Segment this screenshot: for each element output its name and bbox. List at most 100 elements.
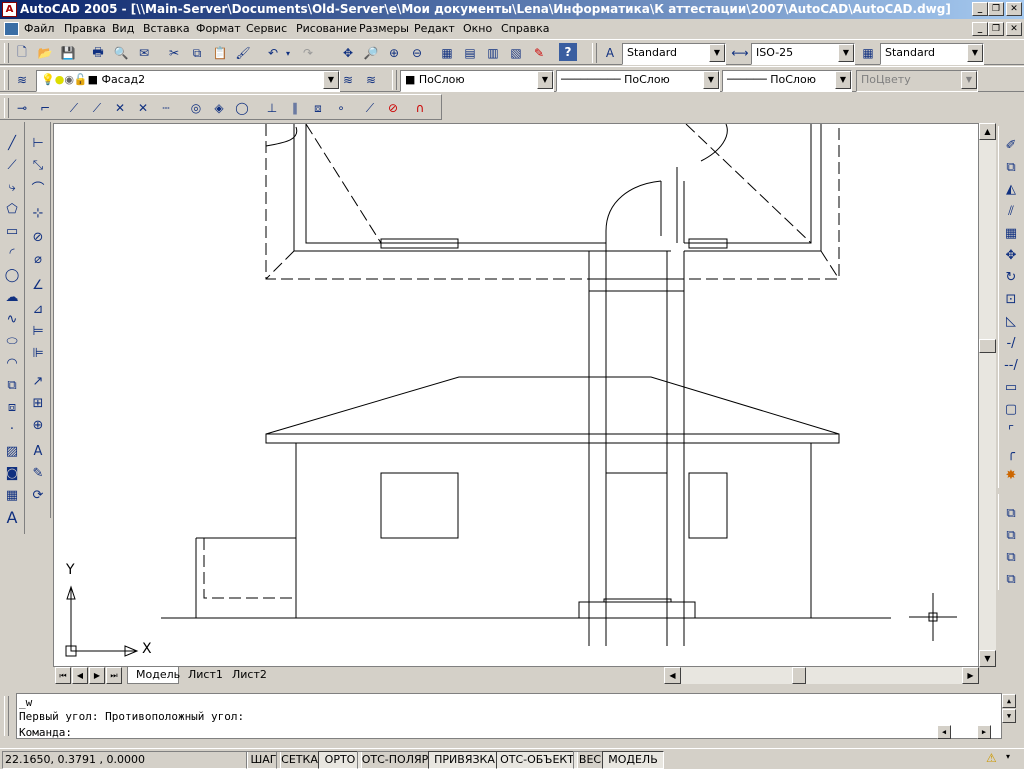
quick-leader-icon[interactable]: ↗: [27, 370, 49, 392]
communication-center-icon[interactable]: ⚠: [986, 751, 1004, 767]
move-icon[interactable]: ✥: [1000, 244, 1022, 266]
extend-icon[interactable]: --/: [1000, 354, 1022, 376]
toolbar-grip[interactable]: [4, 98, 9, 118]
center-mark-icon[interactable]: ⊕: [27, 414, 49, 436]
dim-arc-icon[interactable]: ⌒: [27, 176, 49, 198]
dim-radius-icon[interactable]: ⊘: [27, 226, 49, 248]
bring-above-icon[interactable]: ⧉: [1000, 546, 1022, 568]
minimize-button[interactable]: _: [972, 2, 988, 16]
insert-block-icon[interactable]: ⧉: [1, 374, 23, 396]
plot-preview-icon[interactable]: 🔍: [111, 43, 131, 63]
cmd-scroll-up-icon[interactable]: ▲: [1002, 694, 1016, 708]
snap-quadrant-icon[interactable]: ◈: [209, 98, 229, 118]
next-tab-icon[interactable]: ▶: [89, 667, 105, 684]
command-grip[interactable]: [4, 696, 9, 736]
snap-intersection-icon[interactable]: ✕: [110, 98, 130, 118]
circle-icon[interactable]: ◯: [1, 264, 23, 286]
drawing-svg[interactable]: [54, 124, 978, 666]
ellipse-arc-icon[interactable]: ◠: [1, 352, 23, 374]
toolbar-grip[interactable]: [592, 43, 597, 63]
toolbar-grip[interactable]: [4, 70, 9, 90]
text-style-combo[interactable]: Standard ▼: [622, 43, 726, 65]
scroll-up-icon[interactable]: ▲: [979, 123, 996, 140]
polyline-icon[interactable]: ⤷: [1, 176, 23, 198]
menu-help[interactable]: Справка: [501, 22, 549, 35]
toolbar-grip[interactable]: [4, 43, 9, 63]
zoom-previous-icon[interactable]: ⊖: [407, 43, 427, 63]
dim-update-icon[interactable]: ⟳: [27, 484, 49, 506]
snap-none-icon[interactable]: ⊘: [383, 98, 403, 118]
dim-style-combo[interactable]: ISO-25 ▼: [751, 43, 855, 65]
dim-linear-icon[interactable]: ⊢: [27, 132, 49, 154]
snap-endpoint-icon[interactable]: ⟋: [64, 98, 84, 118]
vertical-scrollbar[interactable]: ▲ ▼: [979, 123, 996, 667]
region-icon[interactable]: ◙: [1, 462, 23, 484]
help-icon[interactable]: ?: [559, 43, 577, 61]
explode-icon[interactable]: ✸: [1000, 464, 1022, 486]
scroll-down-icon[interactable]: ▼: [979, 650, 996, 667]
array-icon[interactable]: ▦: [1000, 222, 1022, 244]
menu-tools[interactable]: Сервис: [246, 22, 287, 35]
stretch-icon[interactable]: ◺: [1000, 310, 1022, 332]
doc-minimize-button[interactable]: _: [972, 22, 988, 36]
ortho-toggle[interactable]: ОРТО: [318, 751, 362, 769]
toolbar-grip[interactable]: [392, 70, 397, 90]
chevron-down-icon[interactable]: ▼: [703, 71, 719, 89]
match-properties-icon[interactable]: 🖌: [233, 43, 253, 63]
chamfer-icon[interactable]: ⌜: [1000, 420, 1022, 442]
snap-perpendicular-icon[interactable]: ⊥: [262, 98, 282, 118]
layer-combo[interactable]: 💡●◉🔓■ Фасад2 ▼: [36, 70, 340, 92]
osnap-settings-icon[interactable]: ∩: [410, 98, 430, 118]
open-file-icon[interactable]: 📂: [35, 43, 55, 63]
tool-palettes-icon[interactable]: ▥: [483, 43, 503, 63]
command-prompt[interactable]: Команда:: [19, 726, 72, 739]
layer-manager-icon[interactable]: ≋: [12, 70, 32, 90]
tolerance-icon[interactable]: ⊞: [27, 392, 49, 414]
zoom-window-icon[interactable]: ⊕: [384, 43, 404, 63]
make-layer-current-icon[interactable]: ≋: [338, 70, 358, 90]
status-menu-icon[interactable]: ▾: [1006, 752, 1018, 766]
menu-format[interactable]: Формат: [196, 22, 241, 35]
publish-icon[interactable]: ✉: [134, 43, 154, 63]
ellipse-icon[interactable]: ⬭: [1, 330, 23, 352]
chevron-down-icon[interactable]: ▼: [709, 44, 725, 62]
menu-dimension[interactable]: Размеры: [359, 22, 409, 35]
dim-aligned-icon[interactable]: ⤡: [27, 154, 49, 176]
menu-modify[interactable]: Редакт: [414, 22, 455, 35]
dim-edit-icon[interactable]: A: [27, 440, 49, 462]
last-tab-icon[interactable]: ⏭: [106, 667, 122, 684]
horizontal-scroll-thumb[interactable]: [792, 667, 806, 684]
snap-node-icon[interactable]: ∘: [331, 98, 351, 118]
fillet-icon[interactable]: ╭: [1000, 442, 1022, 464]
trim-icon[interactable]: -/: [1000, 332, 1022, 354]
properties-icon[interactable]: ▦: [437, 43, 457, 63]
command-history[interactable]: _w Первый угол: Противоположный угол: Ко…: [16, 693, 1016, 739]
menu-file[interactable]: Файл: [24, 22, 54, 35]
new-file-icon[interactable]: 🗋: [12, 43, 32, 63]
plot-icon[interactable]: 🖶: [88, 43, 108, 63]
prev-tab-icon[interactable]: ◀: [72, 667, 88, 684]
rotate-icon[interactable]: ↻: [1000, 266, 1022, 288]
redo-icon[interactable]: ↷: [298, 43, 318, 63]
chevron-down-icon[interactable]: ▼: [835, 71, 851, 89]
snap-apparent-intersection-icon[interactable]: ✕: [133, 98, 153, 118]
scale-icon[interactable]: ⊡: [1000, 288, 1022, 310]
menu-draw[interactable]: Рисование: [296, 22, 357, 35]
copy-object-icon[interactable]: ⧉: [1000, 156, 1022, 178]
sheet-set-icon[interactable]: ▧: [506, 43, 526, 63]
cut-icon[interactable]: ✂: [164, 43, 184, 63]
coordinate-readout[interactable]: 22.1650, 0.3791 , 0.0000: [2, 751, 248, 769]
pan-icon[interactable]: ✥: [338, 43, 358, 63]
menu-edit[interactable]: Правка: [64, 22, 106, 35]
menu-view[interactable]: Вид: [112, 22, 134, 35]
arc-icon[interactable]: ◜: [1, 242, 23, 264]
autocad-app-icon[interactable]: A: [2, 2, 17, 17]
vertical-scroll-thumb[interactable]: [979, 339, 996, 353]
scroll-right-icon[interactable]: ▶: [962, 667, 979, 684]
markup-icon[interactable]: ✎: [529, 43, 549, 63]
dim-continue-icon[interactable]: ⊫: [27, 342, 49, 364]
cmd-scroll-left-icon[interactable]: ◀: [937, 725, 951, 739]
snap-tangent-icon[interactable]: ◯: [232, 98, 252, 118]
revision-cloud-icon[interactable]: ☁: [1, 286, 23, 308]
first-tab-icon[interactable]: ⏮: [55, 667, 71, 684]
